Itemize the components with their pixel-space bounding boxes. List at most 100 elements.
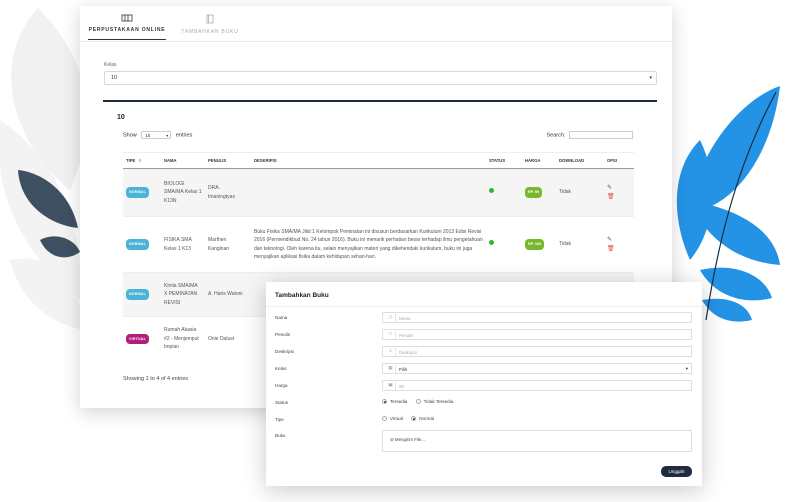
- download-value: Tidak: [556, 216, 604, 273]
- deskripsi-placeholder: Deskripsi: [399, 349, 417, 355]
- book-title: BIOLOGI SMA/MA Kelas 1 K13N: [161, 168, 205, 217]
- book-author: A. Haris Watoni: [205, 272, 251, 317]
- tab-label: TAMBAHKAN BUKU: [181, 29, 239, 35]
- status-available-icon: [489, 188, 494, 194]
- field-label: Status: [275, 400, 289, 405]
- edit-icon[interactable]: ✎: [607, 236, 631, 245]
- panel-title: 10: [117, 114, 125, 121]
- book-author: Marthen Kanginan: [205, 216, 251, 273]
- divider: [266, 306, 702, 307]
- field-tipe: Tipe Virtual Normal: [275, 414, 693, 426]
- kelas-dropdown[interactable]: ▦ Pilih ▾: [382, 363, 692, 374]
- entries-label: entries: [175, 132, 193, 139]
- type-badge: NORMAL: [126, 289, 149, 300]
- nama-input[interactable]: ▯ Nama: [382, 312, 692, 323]
- col-header[interactable]: NAMA: [161, 152, 205, 169]
- col-header[interactable]: HARGA: [522, 152, 556, 169]
- kelas-label: Kelas: [104, 62, 117, 68]
- field-buku: Buku ⊘ Mengirim File...: [275, 430, 693, 452]
- tab-label: PERPUSTAKAAN ONLINE: [88, 27, 166, 33]
- price-icon: ▣: [386, 382, 396, 390]
- paperclip-icon: ⊘: [390, 437, 394, 442]
- book-icon: ▯: [386, 314, 396, 322]
- leaf-blue-2: [676, 140, 713, 260]
- edit-icon[interactable]: ✎: [607, 184, 631, 193]
- unggah-button[interactable]: Unggah: [661, 466, 692, 477]
- entries-select[interactable]: 10 ▾: [141, 131, 172, 139]
- add-book-dialog: Tambahkan Buku Nama ▯ Nama Penulis ⚇ Pen…: [266, 282, 702, 486]
- stage: PERPUSTAKAAN ONLINE TAMBAHKAN BUKU Kelas…: [0, 0, 794, 502]
- field-kelas: Kelas ▦ Pilih ▾: [275, 363, 693, 375]
- type-badge: NORMAL: [126, 239, 149, 250]
- field-label: Nama: [275, 315, 288, 320]
- trash-icon[interactable]: 🗑: [607, 193, 631, 202]
- field-label: Kelas: [275, 366, 287, 371]
- chevron-down-icon: ▾: [166, 133, 169, 138]
- chevron-down-icon: ▾: [685, 366, 688, 371]
- tab-perpustakaan-online[interactable]: PERPUSTAKAAN ONLINE: [88, 14, 166, 40]
- table-search: Search:: [546, 131, 633, 139]
- field-harga: Harga ▣ 99: [275, 380, 693, 392]
- field-label: Harga: [275, 383, 288, 388]
- radio-tersedia[interactable]: Tersedia: [382, 399, 407, 404]
- col-header[interactable]: DOWNLOAD: [556, 152, 604, 169]
- tab-tambahkan-buku[interactable]: TAMBAHKAN BUKU: [180, 14, 240, 35]
- harga-placeholder: 99: [399, 383, 404, 389]
- penulis-input[interactable]: ⚇ Penulis: [382, 329, 692, 340]
- book-author: Onie Dalust: [205, 316, 251, 361]
- books-icon: [121, 14, 133, 22]
- trash-icon[interactable]: 🗑: [607, 245, 631, 254]
- price-badge: RP. 100: [525, 239, 545, 250]
- file-upload-label: Mengirim File...: [394, 437, 425, 442]
- sort-icon: ⇅: [138, 158, 142, 163]
- book-description: [251, 168, 486, 217]
- table-header-row: TIPE ⇅ NAMA PENULIS DESKRIPSI STATUS HARG…: [123, 152, 634, 169]
- show-label: Show: [123, 132, 137, 139]
- tipe-radio-group: Virtual Normal: [382, 416, 441, 421]
- field-deskripsi: Deskripsi ≡ Deskripsi: [275, 346, 693, 358]
- dialog-title: Tambahkan Buku: [275, 292, 329, 299]
- col-header[interactable]: PENULIS: [205, 152, 251, 169]
- entries-length: Show 10 ▾ entries: [123, 131, 192, 139]
- col-header[interactable]: OPSI: [604, 152, 634, 169]
- radio-unchecked-icon: [415, 399, 421, 404]
- field-nama: Nama ▯ Nama: [275, 312, 693, 324]
- user-icon: ⚇: [386, 331, 396, 339]
- text-icon: ≡: [386, 348, 396, 356]
- field-label: Penulis: [275, 332, 291, 337]
- col-header[interactable]: DESKRIPSI: [251, 152, 486, 169]
- col-header[interactable]: TIPE ⇅: [123, 152, 161, 169]
- kelas-select[interactable]: 10 ▾: [104, 71, 657, 85]
- radio-normal[interactable]: Normal: [411, 416, 434, 421]
- leaf-blue-4: [700, 267, 772, 301]
- price-badge: RP. 99: [525, 187, 543, 198]
- status-available-icon: [489, 240, 494, 246]
- type-badge: NORMAL: [126, 187, 149, 198]
- book-title: FISIKA SMA Kelas 1 K13: [161, 216, 205, 273]
- radio-tidak-tersedia[interactable]: Tidak Tersedia: [415, 399, 453, 404]
- file-upload[interactable]: ⊘ Mengirim File...: [382, 430, 692, 452]
- radio-virtual[interactable]: Virtual: [382, 416, 403, 421]
- entries-select-value: 10: [145, 133, 151, 138]
- type-badge: VIRTUAL: [126, 333, 149, 344]
- field-status: Status Tersedia Tidak Tersedia: [275, 397, 693, 409]
- col-header[interactable]: STATUS: [486, 152, 522, 169]
- kelas-dropdown-value: Pilih: [399, 366, 408, 372]
- download-value: Tidak: [556, 168, 604, 217]
- field-penulis: Penulis ⚇ Penulis: [275, 329, 693, 341]
- kelas-select-value: 10: [111, 75, 118, 81]
- search-label: Search:: [546, 132, 566, 139]
- table-info: Showing 1 to 4 of 4 entries: [123, 376, 189, 382]
- book-description: Buku Fisika SMA/MA Jilid 1 Kelompok Pemi…: [251, 216, 486, 273]
- field-label: Tipe: [275, 417, 284, 422]
- book-author: DRA. Imaningtyas: [205, 168, 251, 217]
- table-row: NORMAL BIOLOGI SMA/MA Kelas 1 K13N DRA. …: [123, 168, 634, 217]
- book-title: Kimia SMA/MA X PEMINATAN REVISI: [161, 272, 205, 317]
- radio-checked-icon: [411, 416, 417, 421]
- field-label: Buku: [275, 433, 286, 438]
- grid-icon: ▦: [386, 365, 396, 373]
- harga-input[interactable]: ▣ 99: [382, 380, 692, 391]
- deskripsi-input[interactable]: ≡ Deskripsi: [382, 346, 692, 357]
- chevron-down-icon: ▾: [649, 75, 652, 81]
- search-input[interactable]: [569, 131, 633, 139]
